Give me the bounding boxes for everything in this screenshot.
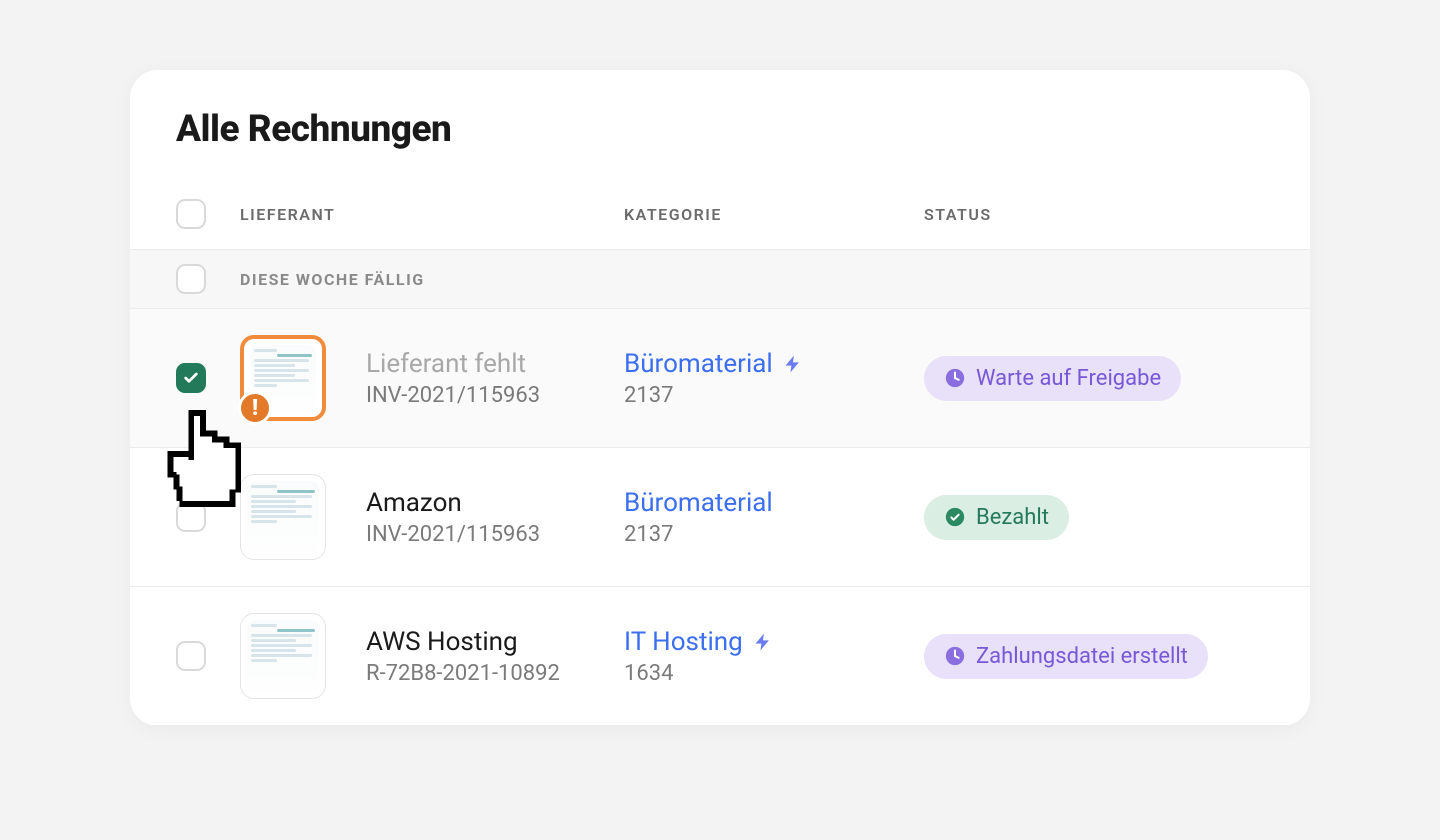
alert-icon: ! bbox=[238, 391, 272, 425]
status-label: Zahlungsdatei erstellt bbox=[976, 644, 1188, 669]
category-name[interactable]: Büromaterial bbox=[624, 349, 924, 379]
status-badge: Warte auf Freigabe bbox=[924, 356, 1181, 401]
category-code: 2137 bbox=[624, 383, 924, 408]
column-category: KATEGORIE bbox=[624, 205, 924, 224]
invoice-thumbnail[interactable] bbox=[240, 474, 326, 560]
supplier-name: Amazon bbox=[366, 488, 624, 518]
category-code: 1634 bbox=[624, 661, 924, 686]
clock-icon bbox=[944, 645, 966, 667]
check-circle-icon bbox=[944, 506, 966, 528]
column-supplier: LIEFERANT bbox=[240, 205, 624, 224]
select-group-checkbox[interactable] bbox=[176, 264, 206, 294]
table-row[interactable]: Amazon INV-2021/115963Büromaterial 2137 Bez… bbox=[130, 448, 1310, 587]
category-code: 2137 bbox=[624, 522, 924, 547]
invoice-thumbnail[interactable] bbox=[240, 613, 326, 699]
supplier-name: AWS Hosting bbox=[366, 627, 624, 657]
page-title: Alle Rechnungen bbox=[130, 108, 1310, 179]
table-row[interactable]: AWS Hosting R-72B8-2021-10892IT Hosting 16… bbox=[130, 587, 1310, 726]
lightning-icon bbox=[783, 354, 803, 374]
status-badge: Zahlungsdatei erstellt bbox=[924, 634, 1208, 679]
category-name[interactable]: Büromaterial bbox=[624, 488, 924, 518]
status-label: Bezahlt bbox=[976, 505, 1049, 530]
row-checkbox[interactable] bbox=[176, 502, 206, 532]
row-checkbox[interactable] bbox=[176, 641, 206, 671]
select-all-checkbox[interactable] bbox=[176, 199, 206, 229]
table-row[interactable]: ! Lieferant fehlt INV-2021/115963Büromater… bbox=[130, 309, 1310, 448]
invoice-number: R-72B8-2021-10892 bbox=[366, 661, 624, 686]
invoice-thumbnail[interactable]: ! bbox=[240, 335, 326, 421]
group-title: DIESE WOCHE FÄLLIG bbox=[240, 270, 1264, 289]
supplier-name: Lieferant fehlt bbox=[366, 349, 624, 379]
invoice-number: INV-2021/115963 bbox=[366, 522, 624, 547]
status-label: Warte auf Freigabe bbox=[976, 366, 1161, 391]
group-header: DIESE WOCHE FÄLLIG bbox=[130, 249, 1310, 309]
invoice-number: INV-2021/115963 bbox=[366, 383, 624, 408]
row-checkbox[interactable] bbox=[176, 363, 206, 393]
table-header: LIEFERANT KATEGORIE STATUS bbox=[130, 179, 1310, 249]
clock-icon bbox=[944, 367, 966, 389]
column-status: STATUS bbox=[924, 205, 1264, 224]
category-name[interactable]: IT Hosting bbox=[624, 627, 924, 657]
status-badge: Bezahlt bbox=[924, 495, 1069, 540]
lightning-icon bbox=[753, 632, 773, 652]
invoices-card: Alle Rechnungen LIEFERANT KATEGORIE STAT… bbox=[130, 70, 1310, 726]
